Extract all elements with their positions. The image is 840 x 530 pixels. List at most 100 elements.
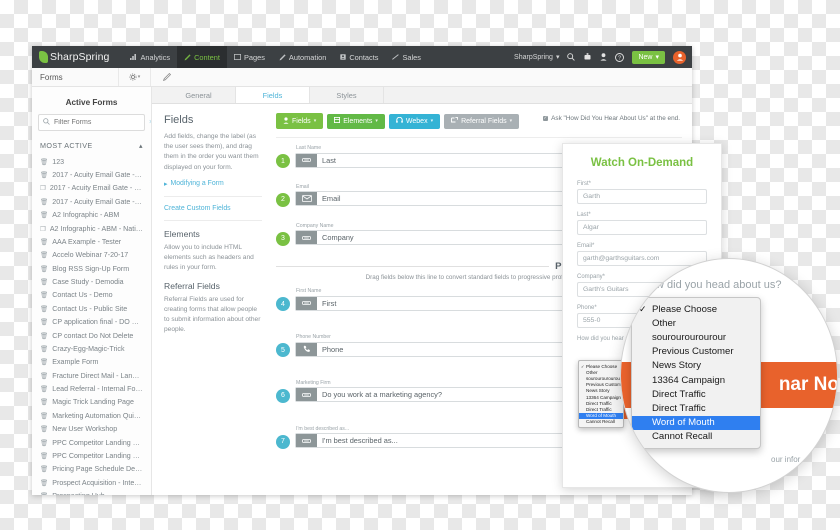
list-item[interactable]: 🗑 A2 Infographic - ABM: [38, 209, 145, 222]
dropdown-option[interactable]: Cannot Recall: [579, 419, 623, 425]
help-icon[interactable]: ?: [615, 52, 625, 62]
trash-icon[interactable]: 🗑: [40, 318, 48, 326]
list-item[interactable]: 🗑 Accelo Webinar 7-20-17: [38, 249, 145, 262]
copy-icon[interactable]: ❐: [40, 184, 46, 192]
trash-icon[interactable]: 🗑: [40, 251, 48, 259]
field-input-wrap[interactable]: Phone: [295, 341, 593, 357]
list-item[interactable]: 🗑 2017 - Acuity Email Gate - De...: [38, 168, 145, 181]
list-item[interactable]: ❐ 2017 - Acuity Email Gate - De...: [38, 182, 145, 195]
filter-forms-input[interactable]: [54, 119, 145, 126]
add-referral-fields-button[interactable]: Referral Fields ▾: [444, 113, 520, 129]
dropdown-option-previous-customer[interactable]: Previous Customer: [632, 345, 760, 359]
trash-icon[interactable]: 🗑: [40, 358, 48, 366]
dropdown-option-direct-traffic[interactable]: Direct Traffic: [632, 387, 760, 401]
list-item[interactable]: 🗑 Magic Trick Landing Page: [38, 396, 145, 409]
list-item[interactable]: 🗑 CP contact Do Not Delete: [38, 329, 145, 342]
create-custom-fields-link[interactable]: Create Custom Fields: [164, 205, 262, 212]
list-item[interactable]: 🗑 Lead Referral - Internal Form: [38, 382, 145, 395]
trash-icon[interactable]: 🗑: [40, 171, 48, 179]
trash-icon[interactable]: 🗑: [40, 211, 48, 219]
list-item[interactable]: 🗑 Prospect Acquisition - Interna...: [38, 476, 145, 489]
filter-forms-box[interactable]: ×: [38, 114, 151, 131]
list-item[interactable]: 🗑 Example Form: [38, 356, 145, 369]
nav-item-sales[interactable]: Sales: [385, 46, 428, 68]
list-item[interactable]: 🗑 PPC Competitor Landing Pag...: [38, 436, 145, 449]
last-name-input[interactable]: Algar: [577, 220, 707, 235]
trash-icon[interactable]: 🗑: [40, 398, 48, 406]
dropdown-option-cannot-recall[interactable]: Cannot Recall: [632, 430, 760, 444]
dropdown-option-other[interactable]: Other: [632, 316, 760, 330]
tab-styles[interactable]: Styles: [310, 87, 384, 103]
trash-icon[interactable]: 🗑: [40, 372, 48, 380]
account-switcher[interactable]: SharpSpring ▾: [514, 53, 559, 62]
trash-icon[interactable]: 🗑: [40, 345, 48, 353]
trash-icon[interactable]: 🗑: [40, 425, 48, 433]
list-item[interactable]: 🗑 Contact Us - Demo: [38, 289, 145, 302]
field-input-wrap[interactable]: Last: [295, 152, 593, 168]
nav-item-pages[interactable]: Pages: [227, 46, 272, 68]
trash-icon[interactable]: 🗑: [40, 332, 48, 340]
drag-handle-icon[interactable]: [296, 296, 317, 310]
drag-handle-icon[interactable]: [296, 434, 317, 448]
nav-item-contacts[interactable]: Contacts: [333, 46, 385, 68]
settings-gear-button[interactable]: ▾: [118, 68, 150, 86]
list-item[interactable]: 🗑 New User Workshop: [38, 423, 145, 436]
source-dropdown-small[interactable]: Please Choose Other sourourourourour Pre…: [578, 360, 624, 428]
copy-icon[interactable]: ❐: [40, 225, 46, 233]
list-item[interactable]: 🗑 2017 - Acuity Email Gate - PP...: [38, 195, 145, 208]
sharpspring-logo[interactable]: SharpSpring: [39, 51, 109, 63]
trash-icon[interactable]: 🗑: [40, 465, 48, 473]
trash-icon[interactable]: 🗑: [40, 452, 48, 460]
field-input-wrap[interactable]: Email: [295, 191, 593, 207]
ask-how-did-you-hear-row[interactable]: Ask "How Did You Hear About Us" at the e…: [542, 115, 680, 122]
envelope-icon[interactable]: [296, 192, 317, 206]
list-item[interactable]: 🗑 AAA Example - Tester: [38, 235, 145, 248]
trash-icon[interactable]: 🗑: [40, 238, 48, 246]
trash-icon[interactable]: 🗑: [40, 265, 48, 273]
field-input-wrap[interactable]: I'm best described as... ▾: [295, 433, 593, 449]
list-item[interactable]: ❐ A2 Infographic - ABM - Native: [38, 222, 145, 235]
dropdown-option-word-of-mouth[interactable]: Word of Mouth: [632, 415, 760, 430]
list-item[interactable]: 🗑 Contact Us - Public Site: [38, 302, 145, 315]
nav-item-analytics[interactable]: Analytics: [123, 46, 177, 68]
user-avatar[interactable]: [673, 50, 686, 64]
list-item[interactable]: 🗑 CP application final - DO NOT...: [38, 316, 145, 329]
drag-handle-icon[interactable]: [296, 388, 317, 402]
field-input-wrap[interactable]: Company: [295, 230, 593, 246]
tab-fields[interactable]: Fields: [236, 87, 310, 103]
list-item[interactable]: 🗑 123: [38, 155, 145, 168]
trash-icon[interactable]: 🗑: [40, 412, 48, 420]
user-icon[interactable]: [600, 53, 608, 61]
automation-robot-icon[interactable]: [583, 53, 592, 61]
list-item[interactable]: 🗑 Case Study - Demodia: [38, 275, 145, 288]
dropdown-option-news-story[interactable]: News Story: [632, 359, 760, 373]
magnified-source-dropdown[interactable]: Please Choose Other sourourourourour Pre…: [631, 297, 761, 449]
list-item[interactable]: 🗑 Prospecting Hub: [38, 489, 145, 495]
list-item[interactable]: 🗑 Blog RSS Sign-Up Form: [38, 262, 145, 275]
add-fields-button[interactable]: Fields ▾: [276, 113, 324, 129]
drag-handle-icon[interactable]: [296, 153, 317, 167]
phone-icon[interactable]: [296, 342, 317, 356]
new-button[interactable]: New ▾: [632, 50, 665, 64]
tab-general[interactable]: General: [162, 87, 236, 103]
trash-icon[interactable]: 🗑: [40, 291, 48, 299]
list-item[interactable]: 🗑 Pricing Page Schedule Demo: [38, 463, 145, 476]
add-elements-button[interactable]: Elements ▾: [327, 113, 385, 129]
nav-item-automation[interactable]: Automation: [272, 46, 333, 68]
drag-handle-icon[interactable]: [296, 231, 317, 245]
trash-icon[interactable]: 🗑: [40, 305, 48, 313]
add-webex-button[interactable]: Webex ▾: [388, 113, 441, 129]
field-input-wrap[interactable]: Do you work at a marketing agency? ▾: [295, 387, 593, 403]
dropdown-option-sourour[interactable]: sourourourourour: [632, 330, 760, 344]
list-item[interactable]: 🗑 Crazy-Egg-Magic-Trick: [38, 342, 145, 355]
list-item[interactable]: 🗑 Marketing Automation Quiz E...: [38, 409, 145, 422]
trash-icon[interactable]: 🗑: [40, 198, 48, 206]
trash-icon[interactable]: 🗑: [40, 492, 48, 495]
nav-item-content[interactable]: Content: [177, 46, 227, 68]
field-input-wrap[interactable]: First: [295, 295, 593, 311]
dropdown-option-direct-traffic-2[interactable]: Direct Traffic: [632, 401, 760, 415]
dropdown-option-13364-campaign[interactable]: 13364 Campaign: [632, 373, 760, 387]
trash-icon[interactable]: 🗑: [40, 385, 48, 393]
first-name-input[interactable]: Garth: [577, 189, 707, 204]
ask-how-did-you-hear-checkbox[interactable]: [542, 115, 549, 122]
